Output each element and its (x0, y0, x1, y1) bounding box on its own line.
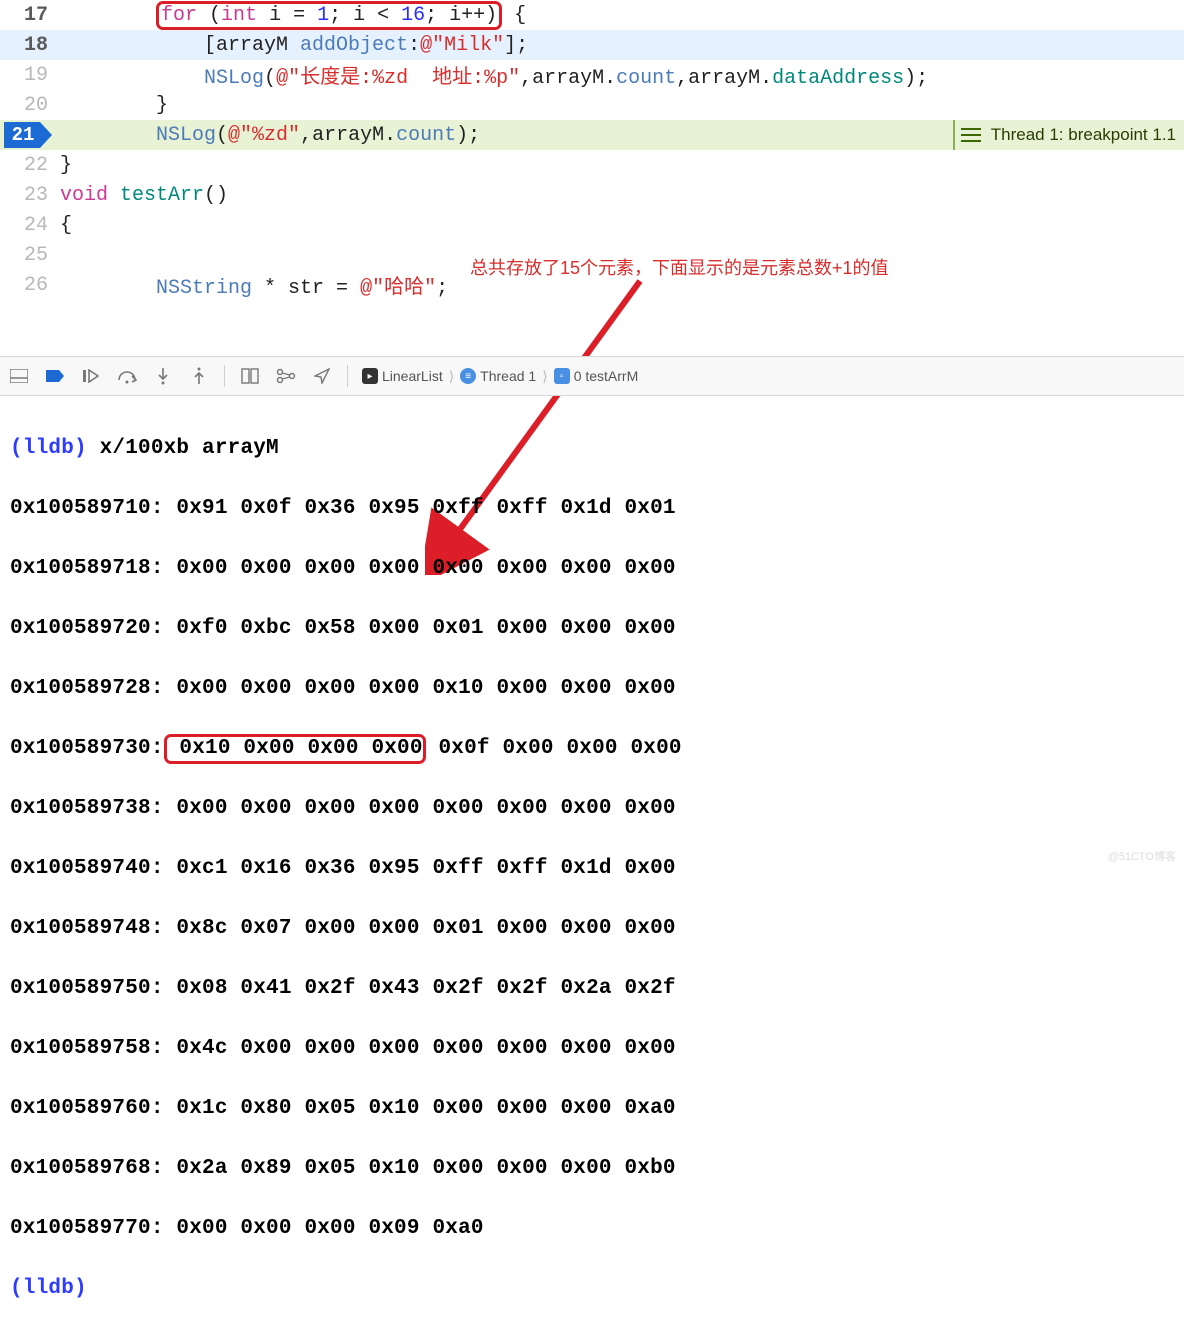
memory-row: 0x100589770: 0x00 0x00 0x00 0x09 0xa0 (10, 1214, 1174, 1244)
annotation-text: 总共存放了15个元素，下面显示的是元素总数+1的值 (470, 254, 889, 280)
memory-graph-button[interactable] (275, 365, 297, 387)
code-line: 19 NSLog(@"长度是:%zd 地址:%p",arrayM.count,a… (0, 60, 1184, 90)
highlighted-bytes: 0x10 0x00 0x00 0x00 (164, 734, 426, 764)
thread-icon: ≡ (460, 368, 476, 384)
lldb-prompt: (lldb) (10, 437, 100, 460)
code-line: 24 { (0, 210, 1184, 240)
chevron-right-icon: ⟩ (447, 368, 456, 385)
step-into-button[interactable] (152, 365, 174, 387)
memory-row: 0x100589710: 0x91 0x0f 0x36 0x95 0xff 0x… (10, 494, 1174, 524)
console-line: (lldb) x/100xb arrayM (10, 434, 1174, 464)
memory-row: 0x100589718: 0x00 0x00 0x00 0x00 0x00 0x… (10, 554, 1174, 584)
code-editor[interactable]: 17 for (int i = 1; i < 16; i++) { 18 [ar… (0, 0, 1184, 356)
code-text: NSLog(@"长度是:%zd 地址:%p",arrayM.count,arra… (60, 60, 1184, 90)
chevron-right-icon: ⟩ (540, 368, 549, 385)
code-line: 20 } (0, 90, 1184, 120)
list-icon (961, 128, 981, 142)
separator (224, 365, 225, 387)
lldb-command: x/100xb arrayM (100, 437, 279, 460)
line-number: 24 (0, 214, 60, 237)
console-line: (lldb) (10, 1274, 1174, 1304)
memory-row: 0x100589720: 0xf0 0xbc 0x58 0x00 0x01 0x… (10, 614, 1174, 644)
crumb-frame: 0 testArrM (574, 368, 639, 384)
crumb-target: LinearList (382, 368, 443, 384)
watermark: @51CTO博客 (1108, 848, 1176, 864)
line-number: 19 (0, 64, 60, 87)
memory-row: 0x100589728: 0x00 0x00 0x00 0x00 0x10 0x… (10, 674, 1174, 704)
line-number: 26 (0, 274, 60, 297)
lldb-console[interactable]: (lldb) x/100xb arrayM 0x100589710: 0x91 … (0, 396, 1184, 868)
memory-row: 0x100589748: 0x8c 0x07 0x00 0x00 0x01 0x… (10, 914, 1174, 944)
code-text: } (60, 94, 1184, 117)
execution-pointer: 21 (0, 120, 60, 150)
frame-icon: ▫ (554, 368, 570, 384)
line-number: 17 (0, 4, 60, 27)
code-line: 17 for (int i = 1; i < 16; i++) { (0, 0, 1184, 30)
terminal-icon: ▸ (362, 368, 378, 384)
location-button[interactable] (311, 365, 333, 387)
continue-button[interactable] (80, 365, 102, 387)
memory-row: 0x100589758: 0x4c 0x00 0x00 0x00 0x00 0x… (10, 1034, 1174, 1064)
breakpoint-badge[interactable]: Thread 1: breakpoint 1.1 (953, 120, 1184, 150)
debug-breadcrumb[interactable]: ▸ LinearList ⟩ ≡ Thread 1 ⟩ ▫ 0 testArrM (362, 368, 638, 385)
breakpoints-button[interactable] (44, 365, 66, 387)
code-line: 22 } (0, 150, 1184, 180)
line-number: 20 (0, 94, 60, 117)
code-text: for (int i = 1; i < 16; i++) { (60, 4, 1184, 27)
step-over-button[interactable] (116, 365, 138, 387)
code-line-current: 21 NSLog(@"%zd",arrayM.count); Thread 1:… (0, 120, 1184, 150)
line-number: 18 (0, 34, 60, 57)
crumb-thread: Thread 1 (480, 368, 536, 384)
code-text: void testArr() (60, 184, 1184, 207)
memory-row: 0x100589740: 0xc1 0x16 0x36 0x95 0xff 0x… (10, 854, 1174, 884)
memory-row: 0x100589760: 0x1c 0x80 0x05 0x10 0x00 0x… (10, 1094, 1174, 1124)
memory-row: 0x100589750: 0x08 0x41 0x2f 0x43 0x2f 0x… (10, 974, 1174, 1004)
debug-toolbar: ▸ LinearList ⟩ ≡ Thread 1 ⟩ ▫ 0 testArrM (0, 356, 1184, 396)
breakpoint-label: Thread 1: breakpoint 1.1 (991, 125, 1176, 145)
line-number: 25 (0, 244, 60, 267)
code-line: 23 void testArr() (0, 180, 1184, 210)
memory-row: 0x100589730: 0x10 0x00 0x00 0x00 0x0f 0x… (10, 734, 1174, 764)
memory-row: 0x100589738: 0x00 0x00 0x00 0x00 0x00 0x… (10, 794, 1174, 824)
code-text: { (60, 214, 1184, 237)
code-text: } (60, 154, 1184, 177)
code-text: [arrayM addObject:@"Milk"]; (60, 34, 1184, 57)
debug-view-button[interactable] (239, 365, 261, 387)
code-line: 18 [arrayM addObject:@"Milk"]; (0, 30, 1184, 60)
separator (347, 365, 348, 387)
step-out-button[interactable] (188, 365, 210, 387)
lldb-prompt: (lldb) (10, 1277, 100, 1300)
memory-row: 0x100589768: 0x2a 0x89 0x05 0x10 0x00 0x… (10, 1154, 1174, 1184)
toggle-console-button[interactable] (8, 365, 30, 387)
